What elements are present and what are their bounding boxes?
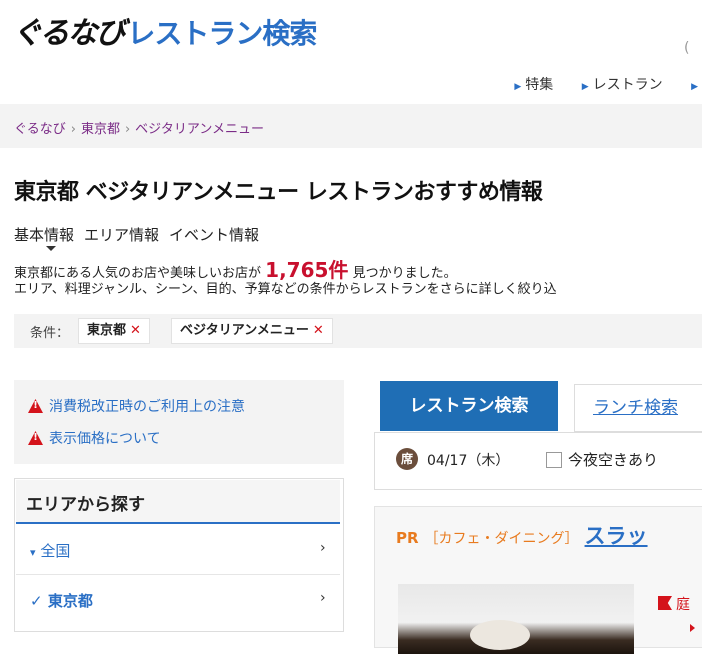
breadcrumb-tokyo[interactable]: 東京都 bbox=[81, 122, 120, 137]
search-box-edge[interactable]: ( bbox=[684, 40, 689, 56]
condition-chip-vegetarian[interactable]: ベジタリアンメニュー ✕ bbox=[171, 318, 333, 344]
tonight-available-checkbox[interactable] bbox=[546, 452, 562, 468]
remove-icon[interactable]: ✕ bbox=[313, 323, 324, 338]
seat-badge-icon: 席 bbox=[396, 448, 418, 470]
pr-restaurant-name-link[interactable]: スラッ bbox=[585, 520, 648, 550]
gurunavi-logo[interactable]: ぐるなび レストラン検索 bbox=[12, 8, 317, 51]
tab-restaurant-search[interactable]: レストラン検索 bbox=[380, 381, 558, 431]
breadcrumb-vegetarian[interactable]: ベジタリアンメニュー bbox=[135, 122, 264, 137]
breadcrumb-gurunavi[interactable]: ぐるなび bbox=[14, 122, 66, 137]
notice-box bbox=[14, 380, 344, 464]
tonight-available-label[interactable]: 今夜空きあり bbox=[568, 449, 658, 470]
topnav-item-restaurant[interactable]: ▶ レストラン bbox=[570, 77, 663, 93]
tab-basic-info[interactable]: 基本情報 bbox=[14, 226, 74, 244]
tab-area-info[interactable]: エリア情報 bbox=[84, 226, 159, 244]
check-icon: ✓ bbox=[30, 592, 43, 610]
conditions-label: 条件： bbox=[30, 326, 70, 341]
chevron-right-icon: › bbox=[70, 122, 76, 137]
triangle-right-icon: ▶ bbox=[691, 82, 698, 92]
condition-chip-tokyo[interactable]: 東京都 ✕ bbox=[78, 318, 150, 344]
tab-lunch-search[interactable]: ランチ検索 bbox=[574, 384, 702, 432]
logo-title: レストラン検索 bbox=[127, 17, 317, 50]
notice-tax-link[interactable]: 消費税改正時のご利用上の注意 bbox=[28, 396, 245, 416]
tab-event-info[interactable]: イベント情報 bbox=[169, 226, 259, 244]
area-item-tokyo-label: ✓ 東京都 bbox=[30, 592, 93, 610]
active-tab-caret-icon bbox=[46, 246, 56, 251]
result-description: エリア、料理ジャンル、シーン、目的、予算などの条件からレストランをさらに詳しく絞… bbox=[14, 282, 557, 297]
warning-icon bbox=[28, 399, 43, 413]
top-nav: ▶ 特集 ▶ レストラン ▶ bbox=[490, 74, 702, 94]
triangle-down-icon: ▾ bbox=[30, 546, 36, 559]
remove-icon[interactable]: ✕ bbox=[130, 323, 141, 338]
breadcrumb: ぐるなび › 東京都 › ベジタリアンメニュー bbox=[14, 118, 264, 137]
pr-category: ［カフェ・ダイニング］ bbox=[424, 531, 579, 547]
photo-plate bbox=[470, 620, 530, 650]
page-title: 東京都 ベジタリアンメニュー レストランおすすめ情報 bbox=[14, 180, 543, 205]
pr-card-header: PR ［カフェ・ダイニング］ スラッ bbox=[396, 520, 648, 550]
chevron-right-icon: › bbox=[320, 540, 326, 556]
pr-flag-text: 庭 bbox=[676, 597, 690, 613]
pr-tag: PR bbox=[396, 529, 419, 547]
topnav-item-more[interactable]: ▶ bbox=[679, 77, 702, 93]
warning-icon bbox=[28, 431, 43, 445]
area-panel-heading: エリアから探す bbox=[26, 495, 145, 515]
date-picker[interactable]: 04/17（木） bbox=[427, 450, 509, 470]
area-item-japan-label: ▾ 全国 bbox=[30, 542, 71, 560]
logo-brand: ぐるなび bbox=[12, 16, 125, 51]
triangle-right-icon bbox=[690, 624, 695, 632]
info-tabs: 基本情報 エリア情報 イベント情報 bbox=[14, 224, 269, 245]
topnav-item-feature[interactable]: ▶ 特集 bbox=[502, 77, 553, 93]
triangle-right-icon: ▶ bbox=[514, 82, 522, 92]
chevron-right-icon: › bbox=[124, 122, 131, 137]
triangle-right-icon: ▶ bbox=[581, 82, 589, 92]
chevron-right-icon: › bbox=[320, 590, 326, 606]
notice-price-link[interactable]: 表示価格について bbox=[28, 428, 161, 448]
